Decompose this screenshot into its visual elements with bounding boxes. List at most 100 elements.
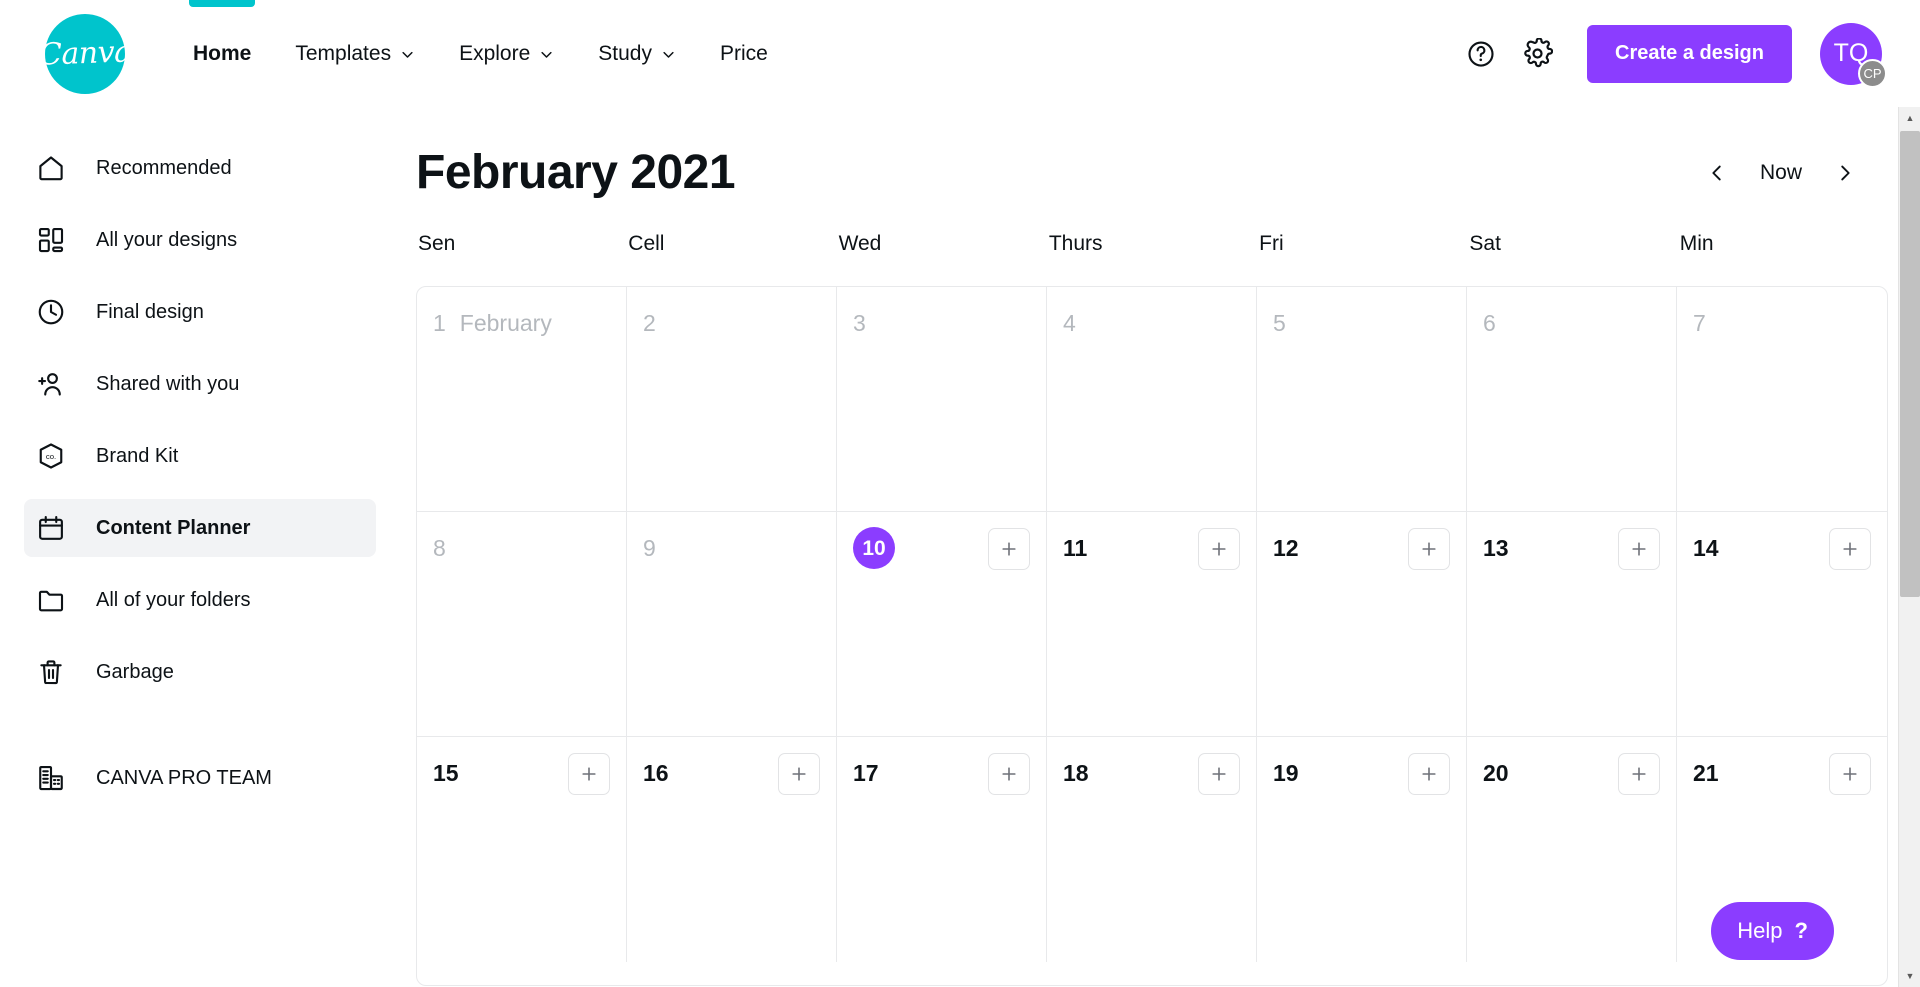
day-number-group: 5 <box>1273 305 1286 341</box>
calendar-week-row: 15 16 17 18 19 20 21 <box>417 737 1887 962</box>
active-tab-indicator <box>189 0 256 7</box>
calendar-day-cell[interactable]: 20 <box>1467 737 1677 962</box>
scrollbar-up-arrow-icon[interactable]: ▲ <box>1899 107 1920 129</box>
day-number: 11 <box>1063 535 1088 561</box>
day-number-group: 15 <box>433 755 459 791</box>
sidebar-item-garbage[interactable]: Garbage <box>24 643 376 701</box>
scrollbar-down-arrow-icon[interactable]: ▼ <box>1899 965 1920 987</box>
sidebar-item-all-your-designs[interactable]: All your designs <box>24 211 376 269</box>
add-content-plus-icon[interactable] <box>568 753 610 795</box>
day-number: 21 <box>1693 760 1719 786</box>
calendar-day-cell[interactable]: 12 <box>1257 512 1467 736</box>
calendar-day-cell[interactable]: 13 <box>1467 512 1677 736</box>
chevron-down-icon <box>539 47 554 62</box>
calendar-day-cell[interactable]: 5 <box>1257 287 1467 511</box>
calendar-day-cell[interactable]: 3 <box>837 287 1047 511</box>
calendar-day-cell[interactable]: 8 <box>417 512 627 736</box>
day-number: 19 <box>1273 760 1299 786</box>
weekday-label-min: Min <box>1679 232 1714 255</box>
building-icon <box>36 761 78 795</box>
grid-icon <box>36 223 78 257</box>
calendar-day-cell[interactable]: 14 <box>1677 512 1887 736</box>
add-content-plus-icon[interactable] <box>1829 753 1871 795</box>
add-content-plus-icon[interactable] <box>1408 528 1450 570</box>
nav-item-templates[interactable]: Templates <box>273 0 437 107</box>
gear-icon[interactable] <box>1509 26 1565 82</box>
calendar-day-cell[interactable]: 2 <box>627 287 837 511</box>
calendar-day-cell[interactable]: 17 <box>837 737 1047 962</box>
calendar-day-cell[interactable]: 1 February <box>417 287 627 511</box>
day-number: 4 <box>1063 310 1076 336</box>
svg-text:co.: co. <box>46 452 56 461</box>
calendar-day-cell[interactable]: 11 <box>1047 512 1257 736</box>
avatar-pro-badge: CP <box>1858 58 1887 88</box>
sidebar-item-shared-with-you[interactable]: Shared with you <box>24 355 376 413</box>
calendar-day-cell[interactable]: 6 <box>1467 287 1677 511</box>
calendar-day-cell[interactable]: 19 <box>1257 737 1467 962</box>
calendar-day-cell[interactable]: 16 <box>627 737 837 962</box>
page-scrollbar[interactable]: ▲ ▼ <box>1898 107 1920 987</box>
add-content-plus-icon[interactable] <box>778 753 820 795</box>
sidebar-item-label: Garbage <box>96 660 174 683</box>
sidebar-item-content-planner[interactable]: Content Planner <box>24 499 376 557</box>
day-number: 13 <box>1483 535 1509 561</box>
add-content-plus-icon[interactable] <box>1198 753 1240 795</box>
chevron-down-icon <box>400 47 415 62</box>
add-content-plus-icon[interactable] <box>1618 753 1660 795</box>
nav-item-home[interactable]: Home <box>171 0 273 107</box>
day-number-group: 12 <box>1273 530 1299 566</box>
top-nav-actions: Create a design TQ CP <box>1453 22 1887 88</box>
calendar-day-cell[interactable]: 15 <box>417 737 627 962</box>
sidebar-item-label: All of your folders <box>96 588 251 611</box>
top-navigation-bar: Canva Home Templates Explore Study Price Cre… <box>0 0 1920 107</box>
canva-logo[interactable]: Canva <box>38 13 132 95</box>
day-number-group: 18 <box>1063 755 1089 791</box>
day-number: 9 <box>643 535 656 561</box>
nav-item-price[interactable]: Price <box>698 0 790 107</box>
add-content-plus-icon[interactable] <box>988 528 1030 570</box>
sidebar-item-canva-pro-team[interactable]: CANVA PRO TEAM <box>24 749 376 807</box>
chevron-left-icon[interactable] <box>1694 150 1740 196</box>
sidebar-item-all-of-your-folders[interactable]: All of your folders <box>24 571 376 629</box>
nav-item-label: Explore <box>459 41 531 65</box>
add-content-plus-icon[interactable] <box>988 753 1030 795</box>
nav-item-study[interactable]: Study <box>576 0 698 107</box>
clock-icon <box>36 295 78 329</box>
day-number: 16 <box>643 760 669 786</box>
calendar-day-cell[interactable]: 18 <box>1047 737 1257 962</box>
add-content-plus-icon[interactable] <box>1618 528 1660 570</box>
weekday-label-cell: Cell <box>628 232 665 255</box>
calendar-day-cell[interactable]: 4 <box>1047 287 1257 511</box>
day-number: 2 <box>643 310 656 336</box>
avatar[interactable]: TQ CP <box>1820 22 1887 88</box>
sidebar-item-final-design[interactable]: Final design <box>24 283 376 341</box>
calendar-week-row: 1 February 2 3 4 5 6 7 <box>417 287 1887 512</box>
sidebar-item-recommended[interactable]: Recommended <box>24 139 376 197</box>
add-content-plus-icon[interactable] <box>1408 753 1450 795</box>
chevron-right-icon[interactable] <box>1822 150 1868 196</box>
day-number: 15 <box>433 760 459 786</box>
help-circle-icon[interactable] <box>1453 26 1509 82</box>
create-a-design-button[interactable]: Create a design <box>1587 24 1792 83</box>
content-planner-main: February 2021 Now Sen Cell Wed Thurs Fri Sat M… <box>400 107 1904 987</box>
calendar-day-cell[interactable]: 7 <box>1677 287 1887 511</box>
calendar-day-cell[interactable]: 9 <box>627 512 837 736</box>
day-number: 18 <box>1063 760 1089 786</box>
scrollbar-thumb[interactable] <box>1900 131 1920 597</box>
add-content-plus-icon[interactable] <box>1198 528 1240 570</box>
nav-item-explore[interactable]: Explore <box>437 0 576 107</box>
day-number-group: 4 <box>1063 305 1076 341</box>
sidebar-item-brand-kit[interactable]: co. Brand Kit <box>24 427 376 485</box>
calendar-day-cell[interactable]: 10 <box>837 512 1047 736</box>
now-button[interactable]: Now <box>1746 152 1816 194</box>
sidebar-item-label: Brand Kit <box>96 444 179 467</box>
sidebar-team-label: CANVA PRO TEAM <box>96 766 272 789</box>
day-number-group: 19 <box>1273 755 1299 791</box>
day-number-group: 13 <box>1483 530 1509 566</box>
add-content-plus-icon[interactable] <box>1829 528 1871 570</box>
help-button[interactable]: Help ? <box>1711 902 1834 960</box>
calendar-grid: 1 February 2 3 4 5 6 7 8 9 10 11 12 13 14 15 16 17 18 19 20 2… <box>416 286 1888 986</box>
weekday-label-sen: Sen <box>418 232 456 255</box>
brand-kit-icon: co. <box>36 439 78 473</box>
day-number: 8 <box>433 535 446 561</box>
